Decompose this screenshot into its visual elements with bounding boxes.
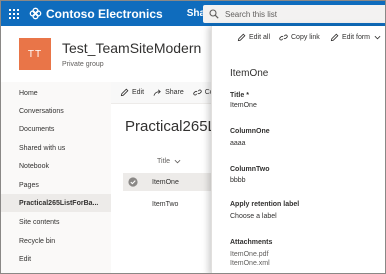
- copy-link-button[interactable]: Copy link: [279, 33, 320, 42]
- edit-form-button[interactable]: Edit form: [330, 33, 384, 42]
- search-icon: [209, 9, 219, 19]
- search-box[interactable]: [203, 5, 385, 23]
- sharepoint-window: Contoso Electronics SharePoint TT Test_T…: [0, 0, 386, 274]
- copy-link-label: Copy link: [291, 34, 320, 41]
- nav-item-home[interactable]: Home: [1, 84, 111, 102]
- nav-item-practical265list[interactable]: Practical265ListForBa...: [1, 194, 111, 212]
- list-row[interactable]: ItemTwo: [123, 195, 211, 213]
- nav-item-notebook[interactable]: Notebook: [1, 157, 111, 175]
- field-label-retention: Apply retention label: [230, 201, 300, 208]
- link-icon: [279, 34, 288, 41]
- edit-form-label: Edit form: [342, 34, 371, 41]
- chevron-down-icon: [174, 159, 181, 164]
- column-header-title-label: Title: [157, 158, 170, 165]
- edit-all-button[interactable]: Edit all: [237, 33, 270, 42]
- attachments-label: Attachments: [230, 239, 273, 246]
- brand-name: Contoso Electronics: [46, 6, 163, 21]
- link-icon: [193, 89, 202, 96]
- suite-bar: Contoso Electronics SharePoint: [1, 1, 385, 26]
- attachment-link[interactable]: ItemOne.pdf: [230, 251, 269, 258]
- item-details-panel: Edit all Copy link Edit form ItemOne Tit…: [211, 26, 385, 273]
- column-header-title[interactable]: Title: [157, 158, 181, 165]
- nav-item-pages[interactable]: Pages: [1, 176, 111, 194]
- edit-command[interactable]: Edit: [120, 88, 144, 97]
- app-launcher-button[interactable]: [1, 1, 26, 26]
- edit-all-label: Edit all: [249, 34, 271, 41]
- pencil-icon: [120, 88, 129, 97]
- nav-item-documents[interactable]: Documents: [1, 120, 111, 138]
- panel-command-bar: Edit all Copy link Edit form: [212, 26, 385, 50]
- left-navigation: Home Conversations Documents Shared with…: [1, 82, 111, 273]
- edit-form-icon: [330, 33, 339, 42]
- chevron-down-icon: [374, 35, 381, 40]
- item-title-heading: ItemOne: [230, 68, 269, 79]
- checkmark-circle-icon[interactable]: [128, 177, 138, 187]
- share-command[interactable]: Share: [153, 88, 184, 97]
- nav-item-recycle-bin[interactable]: Recycle bin: [1, 232, 111, 250]
- list-command-bar: Edit Share Co: [111, 82, 214, 104]
- retention-label-picker[interactable]: Choose a label: [230, 213, 277, 220]
- pencil-icon: [237, 33, 246, 42]
- list-row-title[interactable]: ItemOne: [152, 179, 179, 186]
- site-privacy-label: Private group: [62, 61, 104, 68]
- list-row-title[interactable]: ItemTwo: [152, 201, 178, 208]
- field-label-title: Title *: [230, 92, 249, 99]
- field-value-columntwo[interactable]: bbbb: [230, 177, 246, 184]
- share-icon: [153, 89, 161, 96]
- brand-link[interactable]: Contoso Electronics: [29, 7, 163, 21]
- nav-item-shared-with-us[interactable]: Shared with us: [1, 139, 111, 157]
- field-value-title[interactable]: ItemOne: [230, 102, 257, 109]
- waffle-icon: [8, 8, 19, 19]
- list-row[interactable]: ItemOne: [123, 173, 211, 191]
- search-input[interactable]: [225, 9, 375, 19]
- field-value-columnone[interactable]: aaaa: [230, 140, 246, 147]
- field-label-columnone: ColumnOne: [230, 128, 270, 135]
- edit-command-label: Edit: [132, 89, 145, 96]
- nav-item-conversations[interactable]: Conversations: [1, 102, 111, 120]
- share-command-label: Share: [165, 89, 184, 96]
- list-view: Edit Share Co Practical265List Title Ite…: [111, 82, 231, 273]
- nav-item-site-contents[interactable]: Site contents: [1, 213, 111, 231]
- nav-item-edit[interactable]: Edit: [1, 250, 111, 268]
- attachment-link[interactable]: ItemOne.xml: [230, 260, 270, 267]
- site-logo[interactable]: TT: [19, 38, 51, 70]
- contoso-logo-icon: [29, 7, 42, 20]
- field-label-columntwo: ColumnTwo: [230, 166, 270, 173]
- site-title[interactable]: Test_TeamSiteModern: [62, 40, 201, 56]
